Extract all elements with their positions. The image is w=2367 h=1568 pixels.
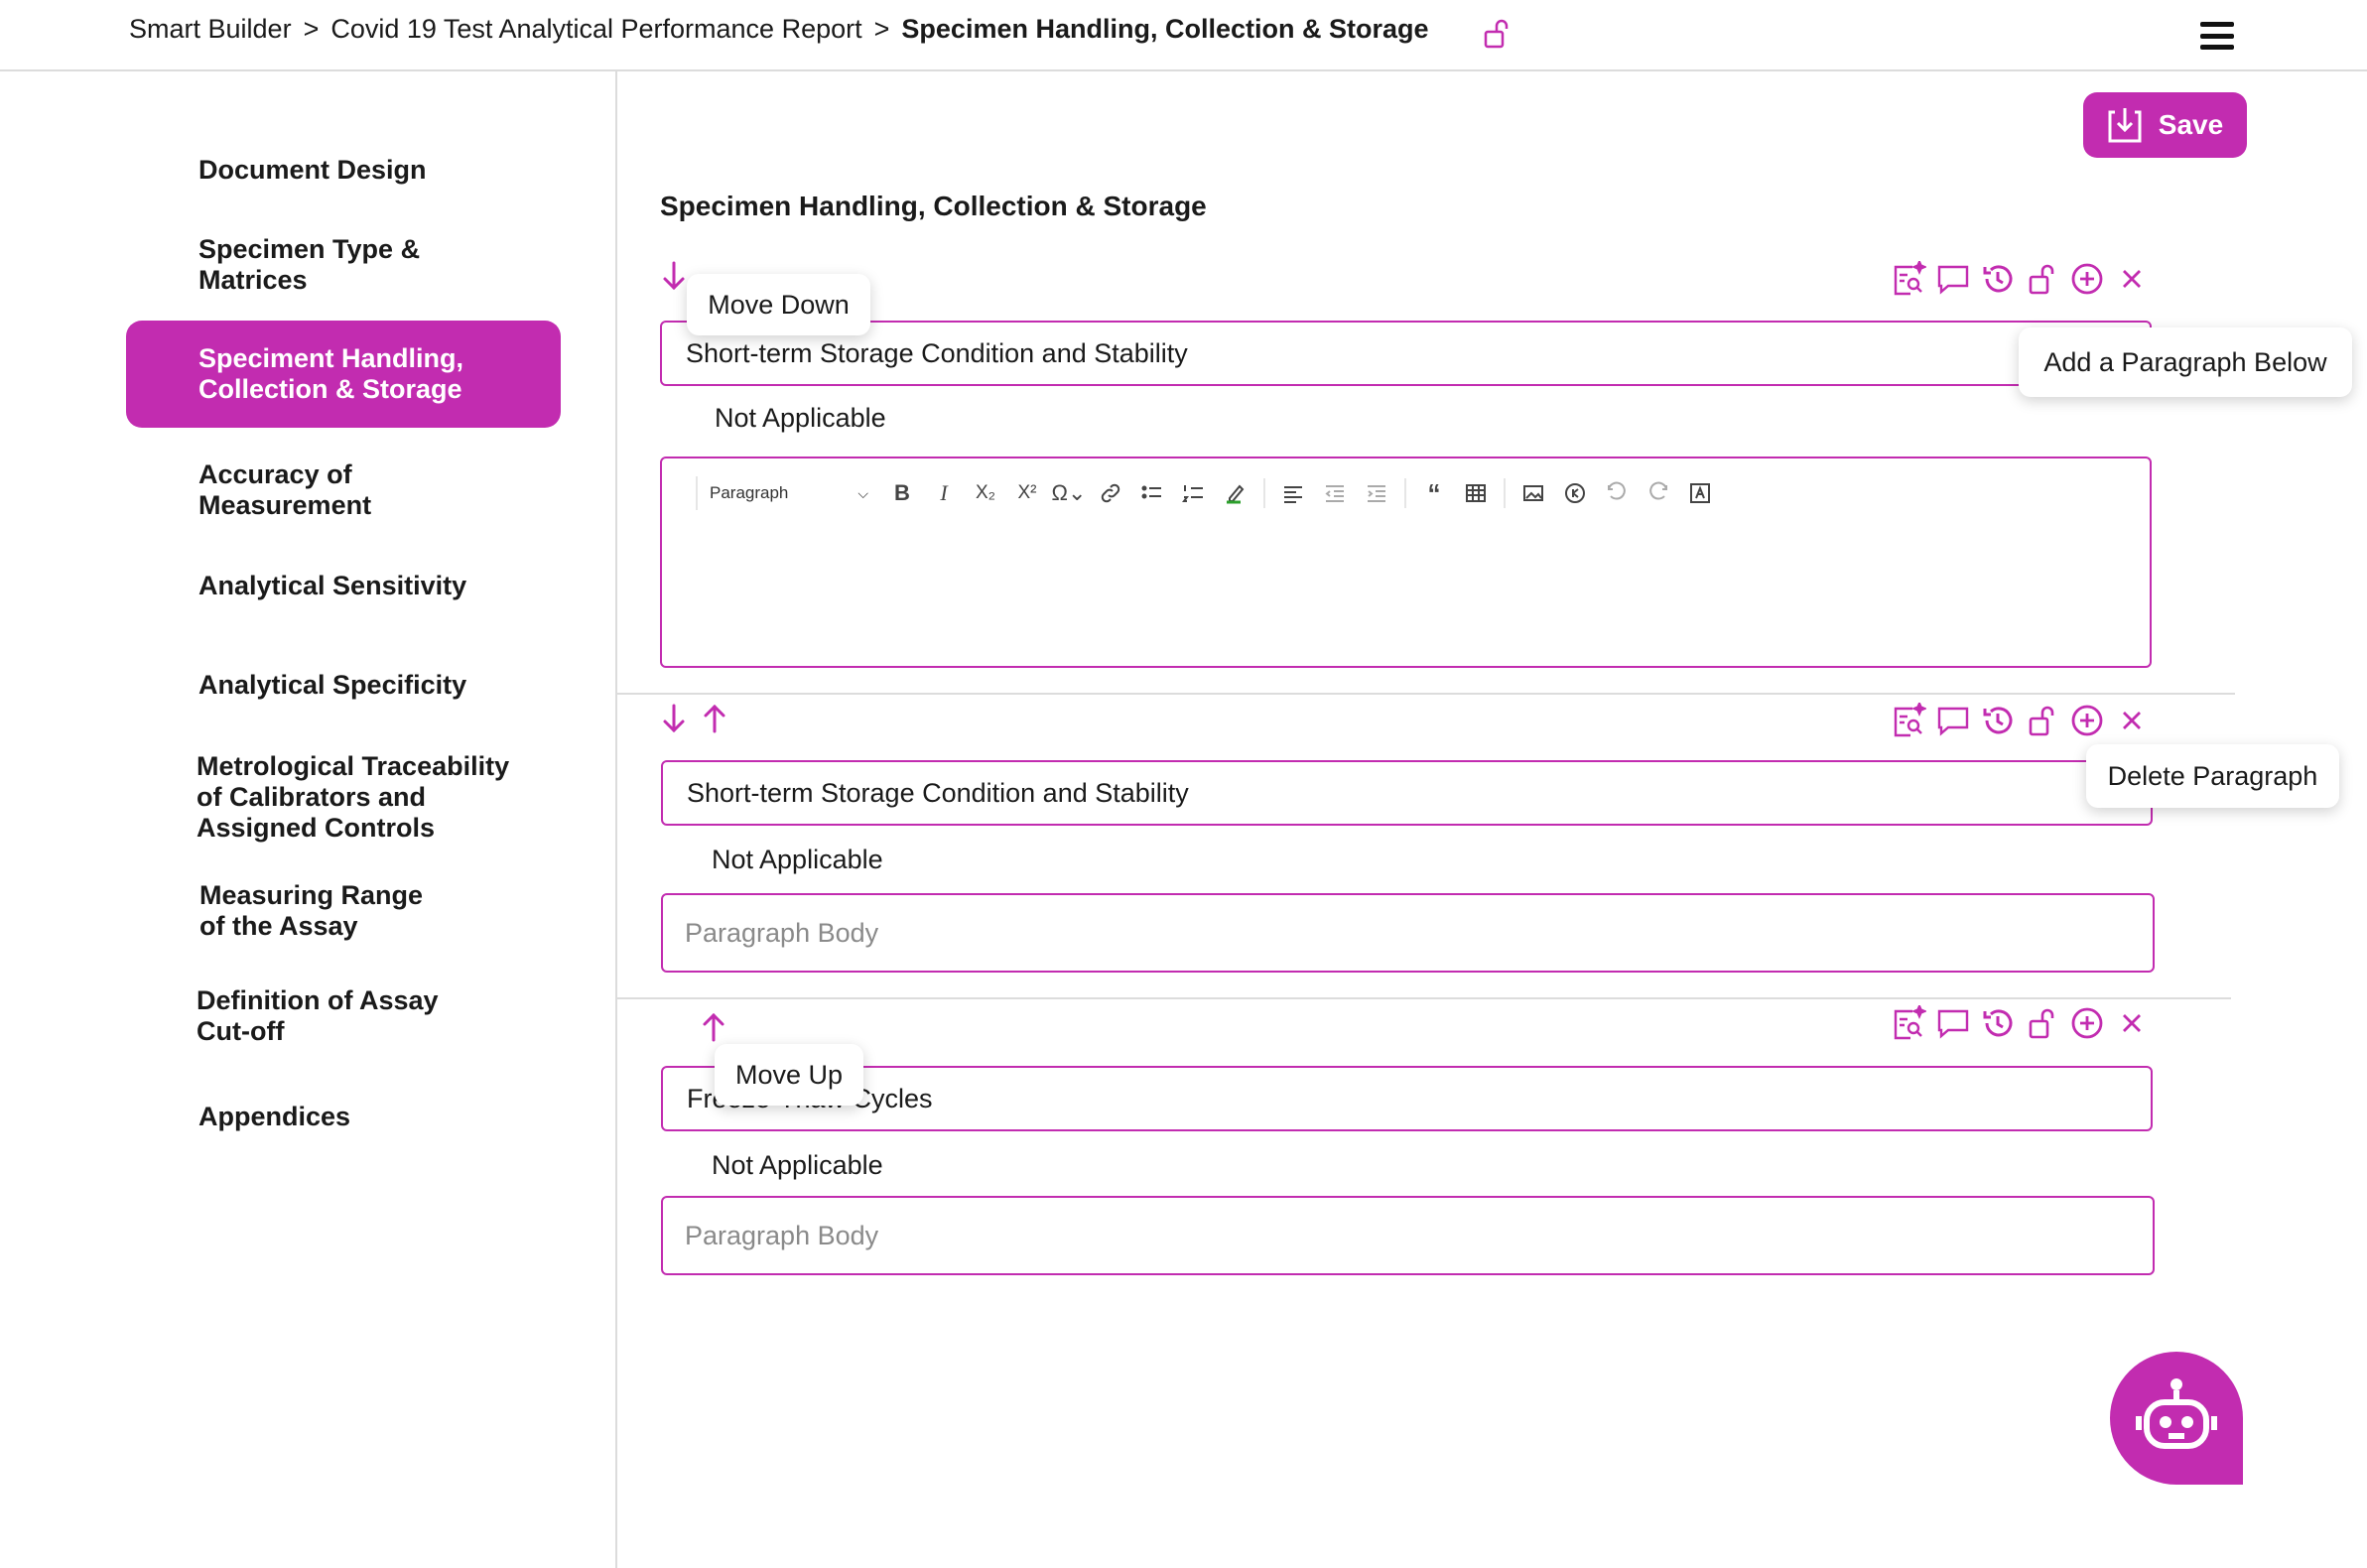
move-up-arrow-icon[interactable]: [700, 1011, 727, 1043]
delete-paragraph-icon[interactable]: [2114, 703, 2150, 738]
toolbar-divider: [1504, 478, 1506, 508]
sidebar-item-metrological-traceability[interactable]: Metrological Traceability of Calibrators…: [126, 747, 561, 847]
tooltip-delete-paragraph: Delete Paragraph: [2086, 744, 2339, 808]
breadcrumb-item-smart-builder[interactable]: Smart Builder: [129, 14, 292, 45]
ai-review-icon[interactable]: [1891, 703, 1926, 738]
top-bar: Smart Builder > Covid 19 Test Analytical…: [0, 0, 2367, 71]
comment-icon[interactable]: [1935, 261, 1971, 297]
lock-open-icon[interactable]: [2025, 703, 2060, 738]
breadcrumb-separator: >: [873, 14, 890, 44]
italic-icon[interactable]: I: [926, 477, 962, 509]
indent-icon[interactable]: [1359, 477, 1394, 509]
toolbar-divider: [1404, 478, 1406, 508]
table-icon[interactable]: [1458, 477, 1494, 509]
tooltip-add-paragraph: Add a Paragraph Below: [2019, 327, 2352, 397]
not-applicable-label-2[interactable]: Not Applicable: [712, 845, 883, 875]
image-icon[interactable]: [1515, 477, 1551, 509]
history-icon[interactable]: [1980, 1005, 2016, 1041]
tooltip-move-up: Move Up: [715, 1044, 863, 1106]
sidebar-item-analytical-specificity[interactable]: Analytical Specificity: [126, 658, 561, 712]
source-editing-icon[interactable]: [1682, 477, 1718, 509]
sidebar: Document Design Specimen Type & Matrices…: [0, 71, 617, 1568]
paragraph-toolset-2: [1891, 703, 2150, 738]
bold-icon[interactable]: B: [884, 477, 920, 509]
breadcrumb-item-report[interactable]: Covid 19 Test Analytical Performance Rep…: [330, 14, 861, 45]
paragraph-title-input-1[interactable]: Short-term Storage Condition and Stabili…: [660, 321, 2152, 386]
paragraph-divider: [617, 997, 2231, 999]
sidebar-item-document-design[interactable]: Document Design: [126, 143, 561, 196]
add-paragraph-icon[interactable]: [2069, 703, 2105, 738]
sidebar-item-measuring-range[interactable]: Measuring Range of the Assay: [126, 873, 561, 949]
align-icon[interactable]: [1275, 477, 1311, 509]
save-download-icon: [2108, 108, 2142, 143]
lock-open-icon[interactable]: [2025, 1005, 2060, 1041]
paragraph-style-label: Paragraph: [710, 483, 789, 502]
breadcrumb-separator: >: [303, 14, 320, 44]
save-button[interactable]: Save: [2083, 92, 2247, 158]
numbered-list-icon[interactable]: [1176, 477, 1212, 509]
sidebar-item-specimen-handling[interactable]: Speciment Handling, Collection & Storage: [126, 321, 561, 428]
redo-icon[interactable]: [1641, 477, 1676, 509]
move-down-arrow-icon[interactable]: [660, 703, 688, 734]
add-paragraph-icon[interactable]: [2069, 261, 2105, 297]
sidebar-item-specimen-type[interactable]: Specimen Type & Matrices: [126, 227, 561, 303]
delete-paragraph-icon[interactable]: [2114, 1005, 2150, 1041]
breadcrumb-current: Specimen Handling, Collection & Storage: [901, 14, 1429, 44]
special-characters-icon[interactable]: Ω⌄: [1051, 477, 1087, 509]
ai-review-icon[interactable]: [1891, 261, 1926, 297]
paragraph-divider: [617, 693, 2235, 695]
rich-text-editor[interactable]: Paragraph ⌵ B I X₂ X² Ω⌄ “: [660, 457, 2152, 668]
chevron-down-icon: ⌵: [857, 484, 868, 501]
robot-icon: [2136, 1378, 2217, 1449]
sidebar-item-analytical-sensitivity[interactable]: Analytical Sensitivity: [126, 559, 561, 612]
media-embed-icon[interactable]: [1557, 477, 1593, 509]
sidebar-item-assay-cutoff[interactable]: Definition of Assay Cut-off: [126, 979, 561, 1054]
move-up-arrow-icon[interactable]: [701, 703, 728, 734]
comment-icon[interactable]: [1935, 703, 1971, 738]
move-down-arrow-icon[interactable]: [660, 260, 688, 292]
hamburger-menu-icon[interactable]: [2200, 22, 2234, 50]
superscript-icon[interactable]: X²: [1009, 477, 1045, 509]
history-icon[interactable]: [1980, 261, 2016, 297]
paragraph-body-input-3[interactable]: Paragraph Body: [661, 1196, 2155, 1275]
subscript-icon[interactable]: X₂: [968, 477, 1003, 509]
highlight-icon[interactable]: [1218, 477, 1253, 509]
undo-icon[interactable]: [1599, 477, 1635, 509]
add-paragraph-icon[interactable]: [2069, 1005, 2105, 1041]
blockquote-icon[interactable]: “: [1416, 477, 1452, 509]
link-icon[interactable]: [1093, 477, 1128, 509]
history-icon[interactable]: [1980, 703, 2016, 738]
not-applicable-label-1[interactable]: Not Applicable: [715, 403, 886, 434]
paragraph-body-input-2[interactable]: Paragraph Body: [661, 893, 2155, 973]
chatbot-button[interactable]: [2110, 1352, 2243, 1485]
save-button-label: Save: [2158, 109, 2224, 140]
bulleted-list-icon[interactable]: [1134, 477, 1170, 509]
outdent-icon[interactable]: [1317, 477, 1353, 509]
comment-icon[interactable]: [1935, 1005, 1971, 1041]
lock-open-icon[interactable]: [1483, 18, 1511, 50]
sidebar-item-appendices[interactable]: Appendices: [126, 1090, 561, 1143]
tooltip-move-down: Move Down: [687, 274, 870, 335]
paragraph-title-input-2[interactable]: Short-term Storage Condition and Stabili…: [661, 760, 2153, 826]
paragraph-toolset-3: [1891, 1005, 2150, 1041]
not-applicable-label-3[interactable]: Not Applicable: [712, 1150, 883, 1181]
lock-open-icon[interactable]: [2025, 261, 2060, 297]
toolbar-divider: [1263, 478, 1265, 508]
ai-review-icon[interactable]: [1891, 1005, 1926, 1041]
delete-paragraph-icon[interactable]: [2114, 261, 2150, 297]
breadcrumb: Smart Builder > Covid 19 Test Analytical…: [129, 14, 1428, 45]
paragraph-toolset-1: [1891, 261, 2150, 297]
editor-toolbar: Paragraph ⌵ B I X₂ X² Ω⌄ “: [696, 476, 1718, 510]
paragraph-title-input-3[interactable]: Freeze-Thaw Cycles: [661, 1066, 2153, 1131]
sidebar-item-accuracy[interactable]: Accuracy of Measurement: [126, 453, 561, 528]
section-title: Specimen Handling, Collection & Storage: [660, 191, 1207, 221]
paragraph-style-select[interactable]: Paragraph ⌵: [710, 483, 878, 503]
